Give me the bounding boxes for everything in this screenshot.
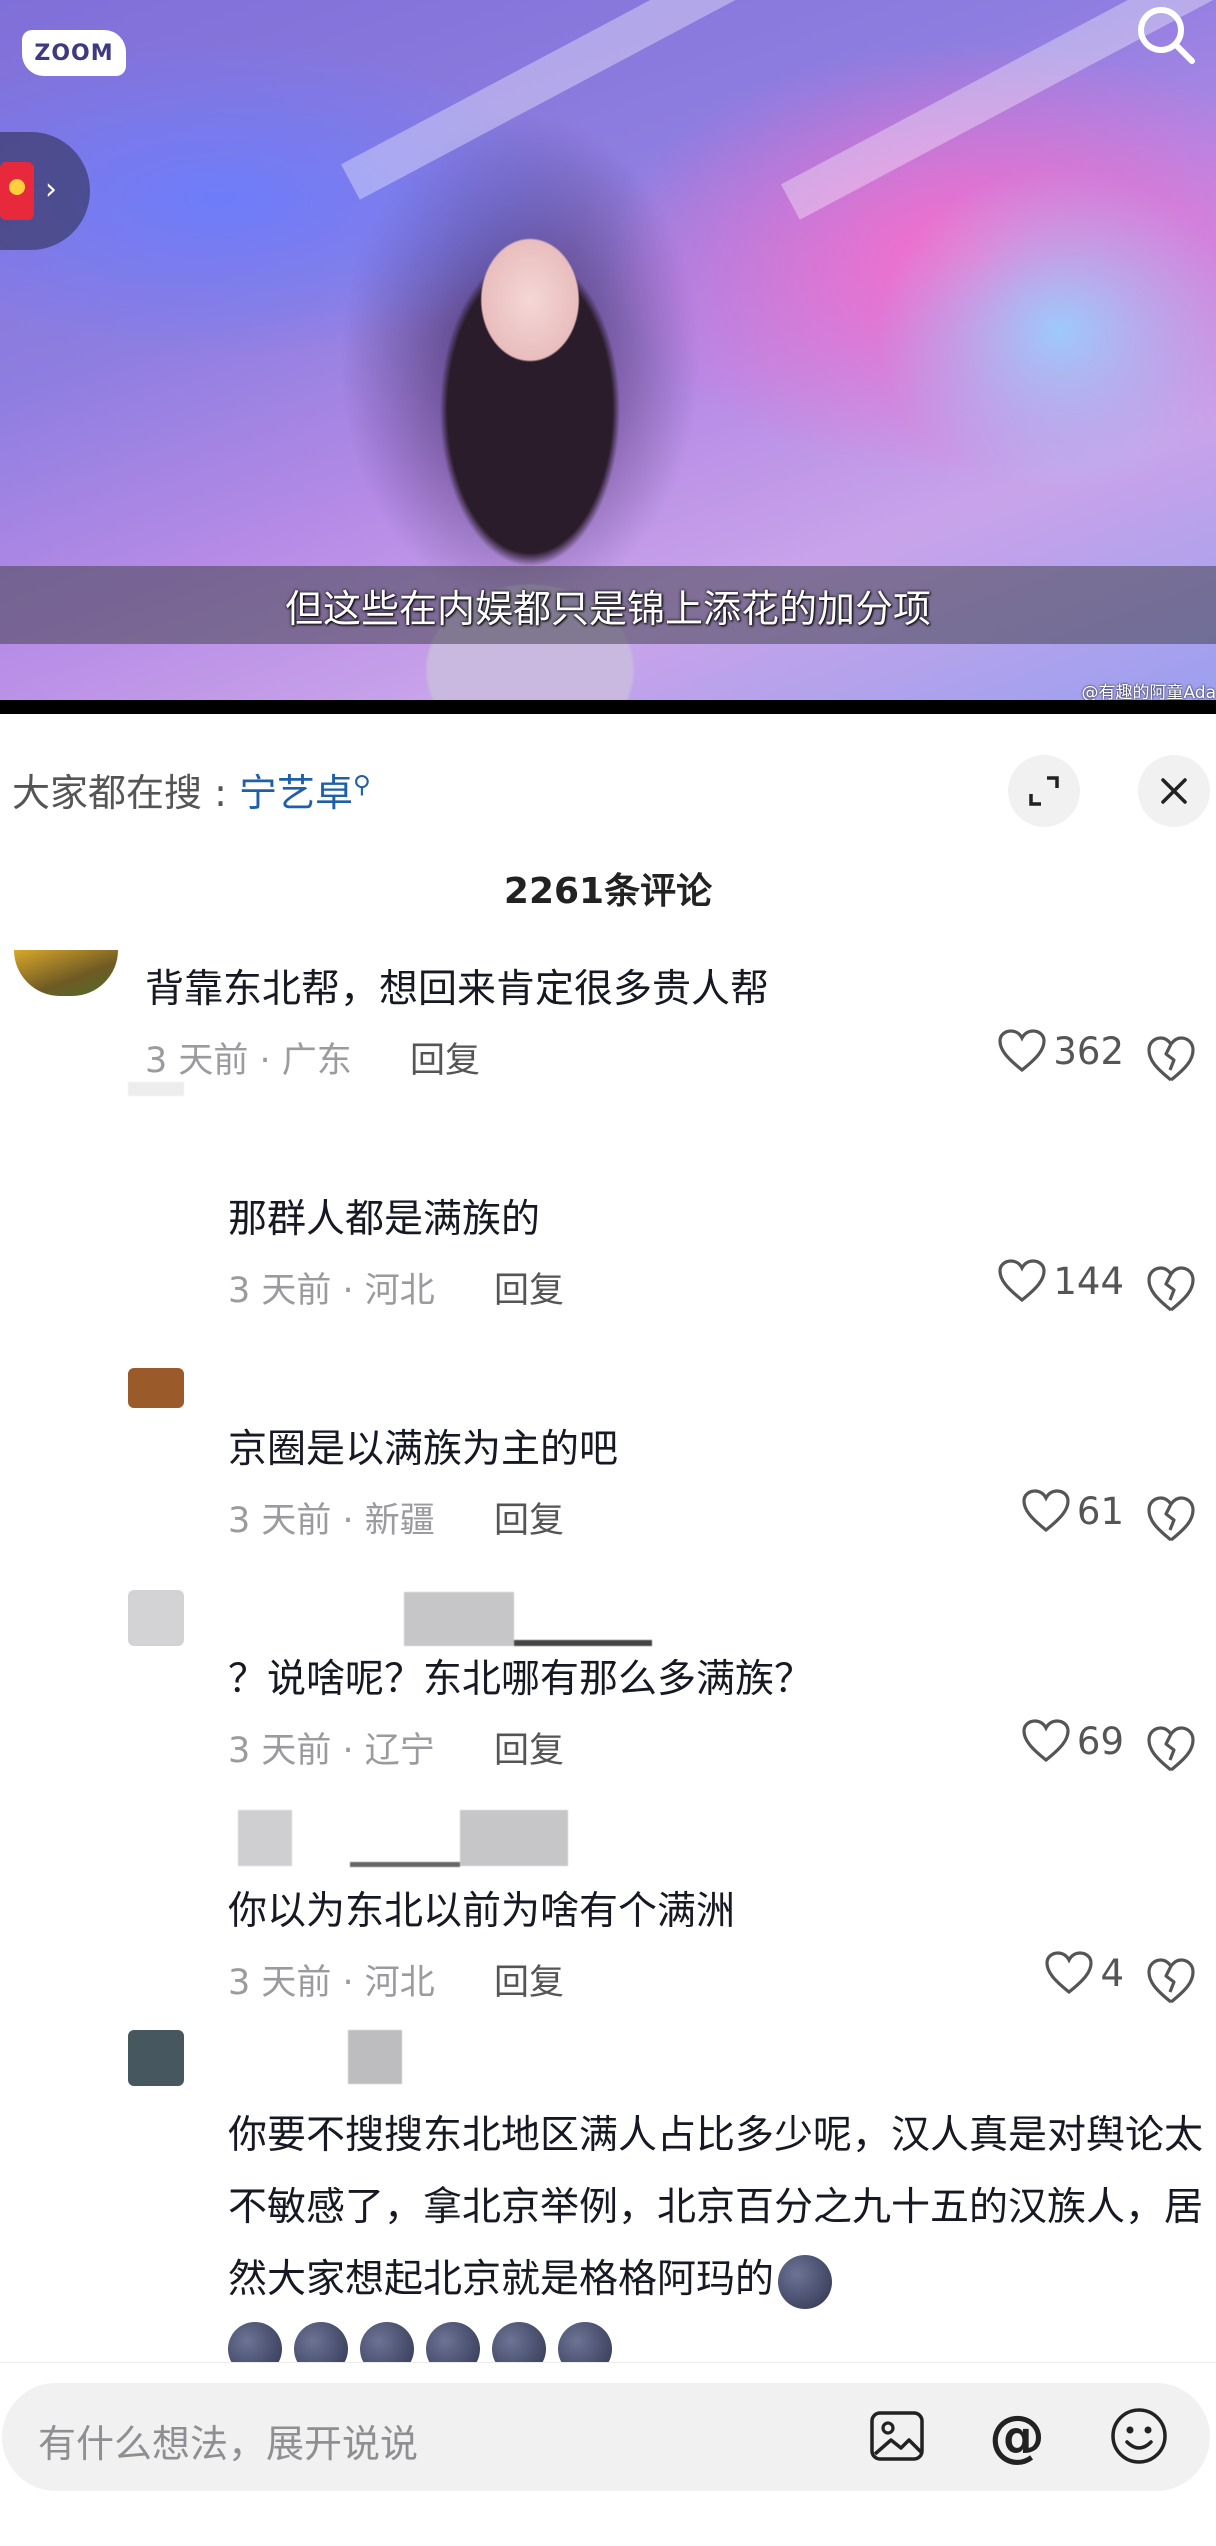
broken-heart-icon[interactable]: [1144, 1954, 1198, 2008]
at-icon: @: [989, 2403, 1045, 2469]
like-button[interactable]: 69: [1021, 1718, 1124, 1764]
image-button[interactable]: [864, 2403, 930, 2469]
hot-search-prefix: 大家都在搜 :: [12, 771, 227, 815]
redacted-username: [348, 2030, 402, 2084]
hot-search-keyword[interactable]: 宁艺卓: [239, 771, 353, 815]
redacted-username: [350, 1862, 460, 1867]
like-count: 4: [1100, 1951, 1124, 1995]
comment-location: 河北: [364, 1271, 435, 1311]
search-icon: ⚲: [353, 770, 371, 799]
heart-icon: [1022, 1489, 1070, 1533]
like-button[interactable]: 4: [1044, 1950, 1124, 1996]
avatar[interactable]: [128, 2030, 184, 2086]
redacted-username: [514, 1640, 652, 1646]
heart-icon: [998, 1259, 1046, 1303]
search-icon[interactable]: [1128, 0, 1198, 70]
red-packet-icon: [0, 162, 34, 220]
comment-input[interactable]: 有什么想法，展开说说 @: [2, 2383, 1210, 2491]
comment-location: 新疆: [364, 1501, 435, 1541]
comment-text: 你以为东北以前为啥有个满洲: [228, 1889, 736, 1934]
reply-button[interactable]: 回复: [494, 1262, 564, 1313]
comment-text: 背靠东北帮，想回来肯定很多贵人帮: [145, 967, 770, 1012]
expand-button[interactable]: [1008, 755, 1080, 827]
comment-location: 广东: [281, 1041, 352, 1081]
mention-button[interactable]: @: [984, 2403, 1050, 2469]
comment-meta: 3 天前 · 河北: [228, 1271, 435, 1311]
broken-heart-icon[interactable]: [1144, 1032, 1198, 1086]
heart-icon: [1022, 1719, 1070, 1763]
comment-time: 3 天前: [145, 1041, 249, 1081]
close-button[interactable]: [1138, 755, 1210, 827]
comment-meta: 3 天前 · 辽宁: [228, 1731, 435, 1771]
comment-text: 你要不搜搜东北地区满人占比多少呢，汉人真是对舆论太不敏感了，拿北京举例，北京百分…: [228, 2100, 1208, 2316]
broken-heart-icon[interactable]: [1144, 1262, 1198, 1316]
comment-text: ？说啥呢？东北哪有那么多满族？: [228, 1657, 814, 1702]
comment-count-title: 2261条评论: [503, 871, 713, 912]
like-count: 61: [1076, 1489, 1124, 1533]
close-icon: [1161, 778, 1187, 804]
emoji-icon: [1111, 2408, 1167, 2464]
comment-input-placeholder: 有什么想法，展开说说: [38, 2422, 419, 2466]
avatar: [128, 1082, 184, 1096]
reply-button[interactable]: 回复: [410, 1032, 480, 1083]
avatar[interactable]: [128, 1368, 184, 1408]
image-icon: [870, 2411, 924, 2461]
comment-location: 河北: [364, 1963, 435, 2003]
broken-heart-icon[interactable]: [1144, 1722, 1198, 1776]
hot-search-link[interactable]: 大家都在搜 : 宁艺卓⚲: [12, 762, 371, 817]
redacted-username: [460, 1810, 568, 1866]
video-subtitle: 但这些在内娱都只是锦上添花的加分项: [284, 586, 931, 631]
comment-time: 3 天前: [228, 1731, 332, 1771]
video-progress-bar[interactable]: [0, 700, 1216, 714]
avatar[interactable]: [14, 950, 118, 996]
redacted-username: [404, 1592, 514, 1646]
comment-time: 3 天前: [228, 1271, 332, 1311]
broken-heart-icon[interactable]: [1144, 1492, 1198, 1546]
like-button[interactable]: 61: [1021, 1488, 1124, 1534]
video-player[interactable]: ZOOM › 但这些在内娱都只是锦上添花的加分项 @有趣的阿童Ada: [0, 0, 1216, 706]
comment-text: 京圈是以满族为主的吧: [228, 1427, 619, 1472]
comment-location: 辽宁: [364, 1731, 435, 1771]
heart-icon: [998, 1029, 1046, 1073]
heart-icon: [1045, 1951, 1094, 1995]
reply-button[interactable]: 回复: [494, 1722, 564, 1773]
comment-text: 那群人都是满族的: [228, 1197, 541, 1242]
comment-meta: 3 天前 · 河北: [228, 1963, 435, 2003]
reply-button[interactable]: 回复: [494, 1492, 564, 1543]
moon-emoji-icon: [778, 2254, 833, 2309]
red-packet-button[interactable]: ›: [0, 132, 90, 250]
like-button[interactable]: 144: [997, 1258, 1124, 1304]
chevron-right-icon: ›: [45, 172, 57, 207]
like-count: 144: [1053, 1259, 1124, 1303]
emoji-button[interactable]: [1106, 2403, 1172, 2469]
comment-meta: 3 天前 · 广东: [145, 1041, 352, 1081]
comment-meta: 3 天前 · 新疆: [228, 1501, 435, 1541]
comment-text-body: 你要不搜搜东北地区满人占比多少呢，汉人真是对舆论太不敏感了，拿北京举例，北京百分…: [228, 2113, 1204, 2302]
comment-time: 3 天前: [228, 1501, 332, 1541]
comment-input-bar: 有什么想法，展开说说 @: [0, 2362, 1216, 2546]
redacted-username: [238, 1810, 292, 1866]
expand-icon: [1029, 776, 1059, 806]
like-count: 69: [1076, 1719, 1124, 1763]
reply-button[interactable]: 回复: [494, 1954, 564, 2005]
like-button[interactable]: 362: [997, 1028, 1124, 1074]
like-count: 362: [1053, 1029, 1124, 1073]
zoom-logo: ZOOM: [22, 30, 126, 76]
avatar[interactable]: [128, 1590, 184, 1646]
comment-time: 3 天前: [228, 1963, 332, 2003]
